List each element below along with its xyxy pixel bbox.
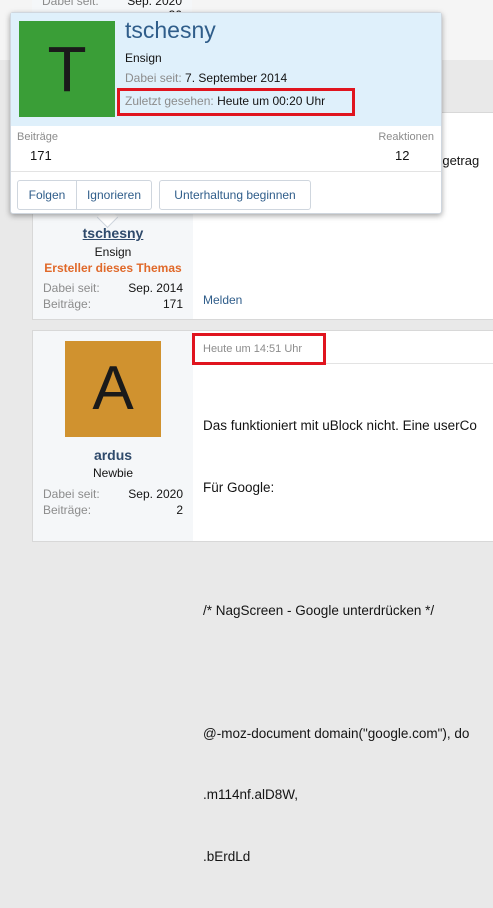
post-username-link[interactable]: ardus (33, 447, 193, 463)
member-username[interactable]: tschesny (125, 17, 216, 44)
joined-value: 7. September 2014 (185, 71, 288, 85)
op-badge: Ersteller dieses Themas (44, 261, 182, 275)
reactions-stat-label: Reaktionen (378, 131, 434, 143)
previous-joined-row: Dabei seit: Sep. 2020 (42, 0, 182, 8)
joined-label: Dabei seit: (125, 71, 182, 85)
post-user-rank: Ensign (94, 245, 132, 259)
avatar[interactable]: T (19, 21, 115, 117)
joined-value: Sep. 2014 (128, 281, 183, 295)
post-body: Das funktioniert mit uBlock nicht. Eine … (203, 375, 493, 908)
posts-label: Beiträge: (43, 297, 92, 311)
joined-row: Dabei seit: 7. September 2014 (125, 71, 287, 85)
joined-row: Dabei seit: Sep. 2014 (43, 281, 183, 295)
post-line: @-moz-document domain("google.com"), do (203, 725, 470, 741)
post-line: .bErdLd (203, 848, 251, 864)
posts-row: Beiträge: 2 (43, 503, 183, 517)
avatar[interactable]: A (65, 341, 161, 437)
post-line: Für Google: (203, 479, 275, 495)
joined-value: Sep. 2020 (128, 487, 183, 501)
post-line (203, 539, 493, 560)
post-user-column: A ardus Newbie Dabei seit: Sep. 2020 Bei… (33, 331, 193, 541)
reactions-stat-value[interactable]: 12 (395, 148, 409, 163)
joined-label: Dabei seit: (43, 281, 100, 295)
post-line: Das funktioniert mit uBlock nicht. Eine … (203, 418, 477, 433)
timestamp-highlight-box (192, 333, 326, 365)
post-line (203, 662, 493, 683)
post-user-rank: Newbie (92, 466, 134, 480)
follow-button[interactable]: Folgen (17, 180, 77, 210)
posts-row: Beiträge: 171 (43, 297, 183, 311)
member-tooltip-card: T tschesny Ensign Dabei seit: 7. Septemb… (10, 12, 442, 214)
popup-divider (11, 171, 441, 172)
posts-stat-label: Beiträge (17, 131, 58, 143)
last-seen-highlight-box (117, 88, 355, 116)
start-conversation-button[interactable]: Unterhaltung beginnen (159, 180, 311, 210)
post-line: /* NagScreen - Google unterdrücken */ (203, 602, 435, 618)
previous-joined-value: Sep. 2020 (127, 0, 182, 8)
ignore-button[interactable]: Ignorieren (76, 180, 152, 210)
posts-label: Beiträge: (43, 503, 92, 517)
joined-label: Dabei seit: (43, 487, 100, 501)
post-username-link[interactable]: tschesny (33, 225, 193, 241)
member-rank: Ensign (125, 51, 162, 65)
joined-row: Dabei seit: Sep. 2020 (43, 487, 183, 501)
post-line: .m114nf.alD8W, (203, 787, 299, 802)
posts-value: 2 (176, 503, 183, 517)
previous-joined-label: Dabei seit: (42, 0, 99, 8)
report-link[interactable]: Melden (203, 293, 242, 307)
posts-stat-value[interactable]: 171 (30, 148, 52, 163)
posts-value: 171 (162, 297, 183, 311)
